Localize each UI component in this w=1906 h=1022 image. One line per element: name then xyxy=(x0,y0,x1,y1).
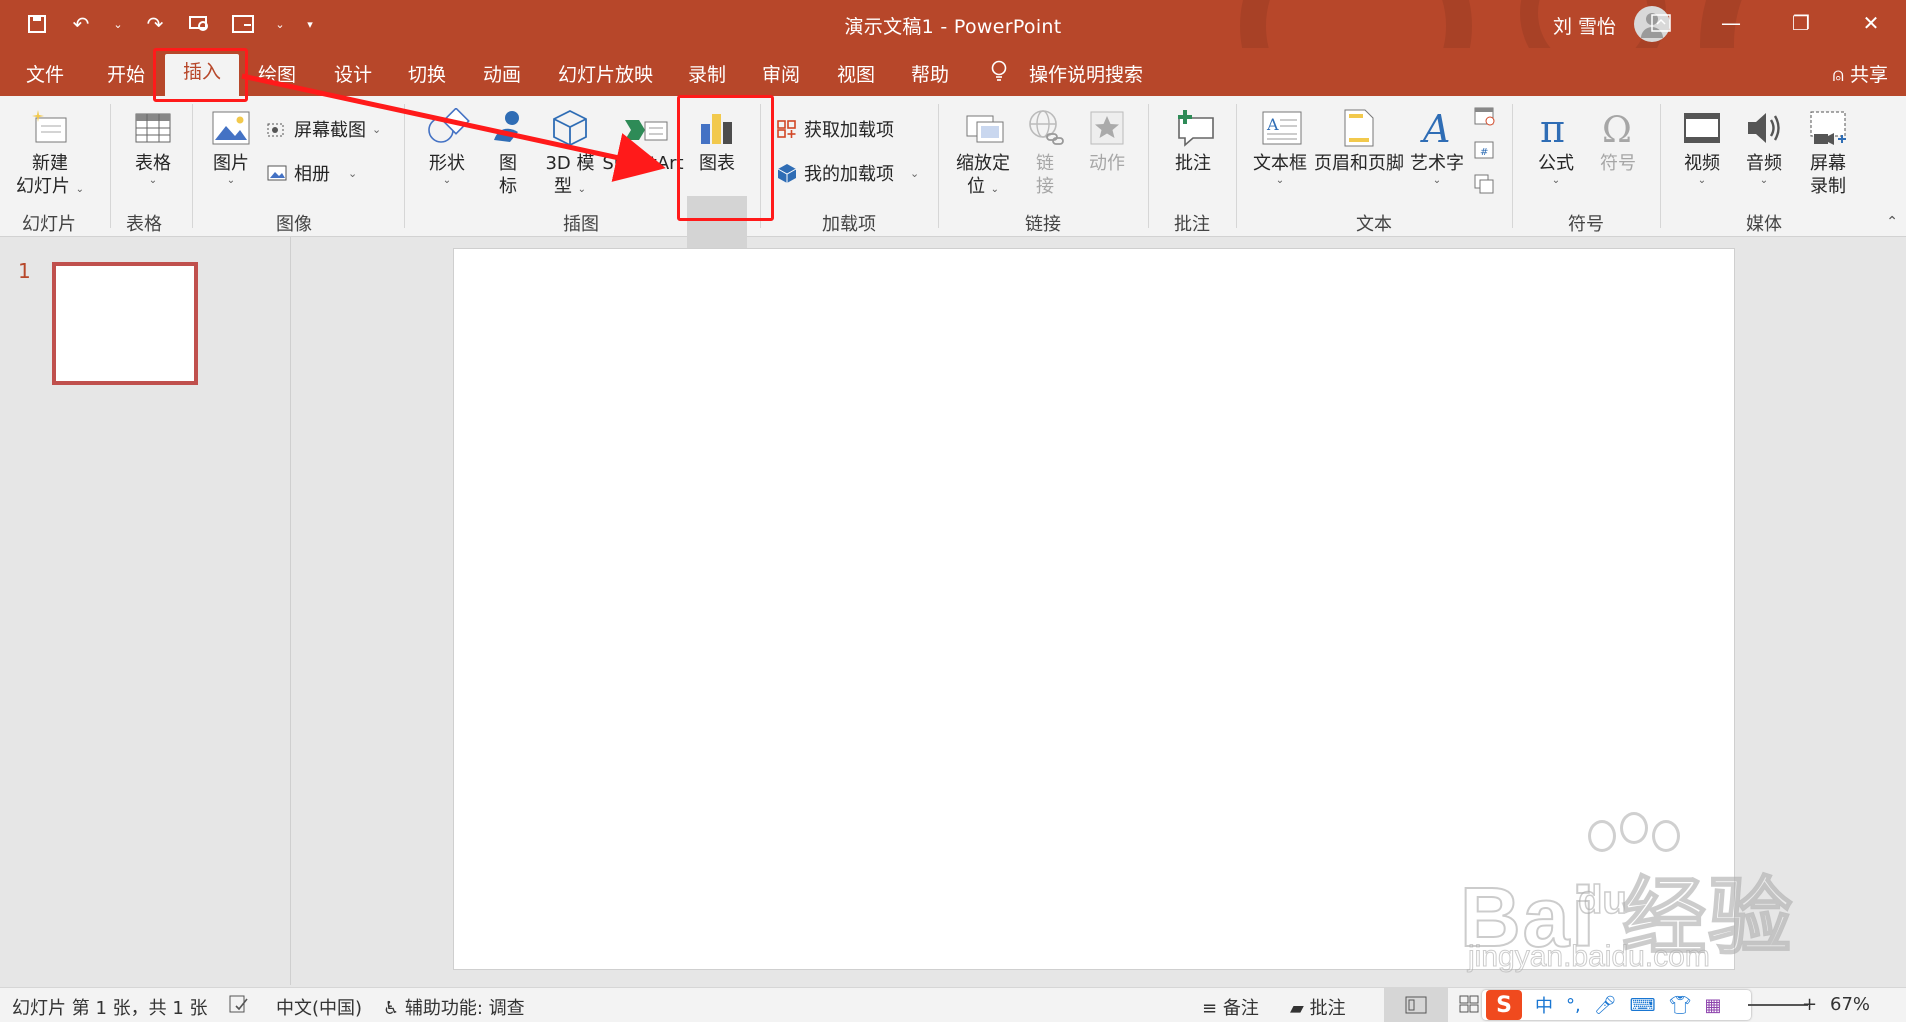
skin-icon[interactable]: 👕︎ xyxy=(1669,995,1692,1016)
language-status[interactable]: 中文(中国) xyxy=(276,994,362,1020)
normal-view-icon xyxy=(1405,996,1427,1014)
toolbox-icon[interactable]: ▦ xyxy=(1704,995,1721,1016)
slide-sorter-icon[interactable] xyxy=(1458,994,1480,1019)
normal-view-button[interactable] xyxy=(1384,988,1448,1022)
accessibility-icon: ♿ xyxy=(383,998,400,1019)
accessibility-status[interactable]: ♿ 辅助功能: 调查 xyxy=(383,994,525,1020)
notes-icon: ≡ xyxy=(1202,998,1218,1019)
spell-check-icon[interactable] xyxy=(228,994,250,1019)
zoom-slider[interactable] xyxy=(1748,1004,1808,1006)
comments-icon: ▰ xyxy=(1290,998,1304,1019)
ime-punctuation[interactable]: °, xyxy=(1566,995,1581,1016)
keyboard-icon[interactable]: ⌨ xyxy=(1630,995,1656,1016)
slide-canvas[interactable] xyxy=(453,248,1735,970)
comments-label: 批注 xyxy=(1309,998,1346,1019)
ime-toolbar: S 中 °, 🎤︎ ⌨ 👕︎ ▦ xyxy=(1482,990,1751,1020)
notes-button[interactable]: ≡ 备注 xyxy=(1202,994,1259,1020)
slide-thumbnail-pane: 1 xyxy=(0,237,291,985)
slide-count: 幻灯片 第 1 张，共 1 张 xyxy=(12,998,208,1019)
notes-label: 备注 xyxy=(1222,998,1259,1019)
microphone-icon[interactable]: 🎤︎ xyxy=(1594,995,1617,1016)
accessibility-label: 辅助功能: 调查 xyxy=(404,998,525,1019)
slide-thumbnail[interactable] xyxy=(52,262,198,385)
ime-mode[interactable]: 中 xyxy=(1535,992,1553,1018)
status-bar: 幻灯片 第 1 张，共 1 张 中文(中国) ♿ 辅助功能: 调查 ≡ 备注 ▰… xyxy=(0,987,1906,1022)
slide-number: 1 xyxy=(18,259,31,283)
comments-button[interactable]: ▰ 批注 xyxy=(1290,994,1346,1020)
zoom-in-icon[interactable]: + xyxy=(1802,994,1817,1015)
zoom-level[interactable]: 67% xyxy=(1830,994,1870,1015)
sogou-logo[interactable]: S xyxy=(1486,990,1522,1020)
